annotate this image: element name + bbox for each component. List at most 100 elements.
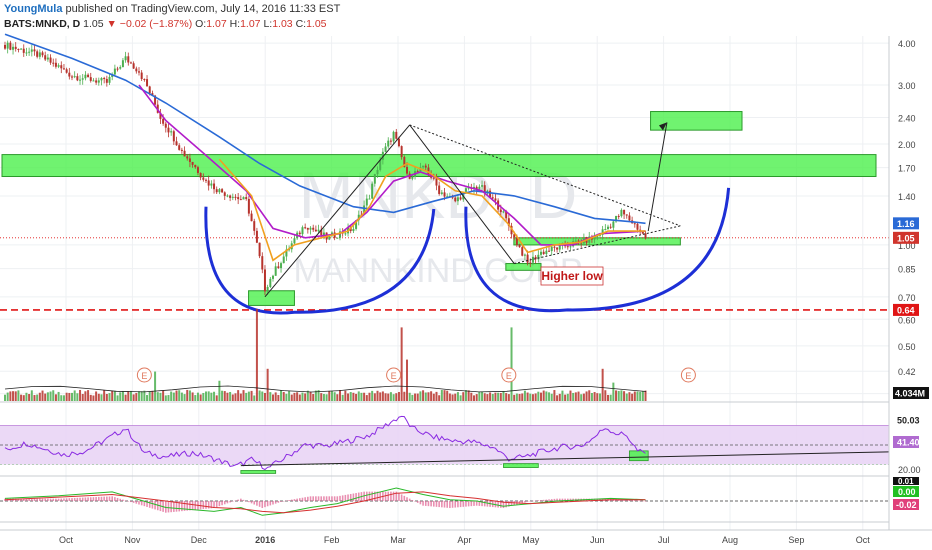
volume-bar bbox=[641, 390, 644, 401]
candle-body bbox=[432, 177, 435, 179]
volume-bar bbox=[542, 390, 545, 401]
rsi-tick-label: 20.00 bbox=[898, 465, 921, 475]
macd-hist-bar bbox=[223, 501, 226, 505]
macd-hist-bar bbox=[636, 500, 639, 501]
volume-bar bbox=[395, 393, 398, 401]
candle-body bbox=[191, 161, 194, 165]
volume-bar bbox=[448, 393, 451, 401]
macd-hist-bar bbox=[76, 497, 79, 501]
publish-line: YoungMula published on TradingView.com, … bbox=[4, 3, 340, 15]
candle-body bbox=[9, 42, 12, 50]
candle-body bbox=[443, 192, 446, 197]
candle-body bbox=[365, 198, 368, 206]
candle-body bbox=[132, 63, 135, 69]
volume-bar bbox=[467, 390, 470, 401]
chart-canvas[interactable]: MNKD, DMANNKIND CORPHigher lowE E E E4.003.… bbox=[0, 0, 932, 550]
volume-bar bbox=[239, 393, 242, 401]
candle-body bbox=[81, 78, 84, 80]
volume-bar bbox=[392, 394, 395, 401]
candle-body bbox=[20, 48, 23, 50]
volume-bar bbox=[416, 393, 419, 401]
candle-body bbox=[4, 44, 6, 49]
macd-hist-bar bbox=[545, 499, 548, 501]
price-tick-label: 0.50 bbox=[898, 342, 916, 352]
candle-body bbox=[242, 197, 245, 200]
time-tick-label: Nov bbox=[124, 535, 141, 545]
macd-hist-bar bbox=[242, 499, 245, 501]
macd-hist-bar bbox=[170, 501, 172, 513]
macd-hist-bar bbox=[87, 497, 89, 501]
volume-bar bbox=[124, 394, 127, 401]
macd-hist-bar bbox=[403, 495, 406, 501]
candle-body bbox=[261, 256, 264, 270]
volume-bar bbox=[582, 393, 585, 401]
volume-bar bbox=[60, 395, 63, 401]
volume-bar bbox=[347, 393, 350, 401]
candle-body bbox=[223, 192, 226, 196]
candle-body bbox=[108, 76, 111, 83]
volume-bar bbox=[175, 390, 178, 401]
volume-bar bbox=[540, 392, 542, 401]
rsi-current-tag: 41.40 bbox=[897, 438, 920, 448]
macd-hist-bar bbox=[36, 498, 38, 501]
volume-bar bbox=[470, 392, 473, 401]
candle-body bbox=[545, 250, 548, 255]
candle-body bbox=[424, 165, 427, 168]
macd-hist-bar bbox=[44, 498, 46, 501]
volume-bar bbox=[282, 392, 285, 401]
macd-hist-bar bbox=[416, 501, 419, 503]
macd-hist-bar bbox=[328, 496, 331, 501]
volume-bar bbox=[462, 392, 465, 401]
volume-bar bbox=[494, 392, 497, 401]
macd-hist-bar bbox=[191, 501, 194, 511]
candle-body bbox=[454, 197, 457, 202]
volume-bar bbox=[513, 394, 516, 401]
volume-bar bbox=[92, 395, 95, 401]
macd-hist-bar bbox=[55, 498, 57, 501]
candle-body bbox=[229, 195, 232, 198]
volume-bar bbox=[537, 391, 540, 401]
macd-hist-bar bbox=[483, 501, 486, 507]
volume-bar bbox=[574, 392, 577, 401]
candle-body bbox=[274, 266, 277, 276]
symbol-label[interactable]: BATS:MNKD, D bbox=[4, 18, 80, 30]
volume-bar bbox=[205, 391, 207, 401]
candle-body bbox=[577, 240, 580, 242]
candle-body bbox=[116, 68, 119, 70]
macd-hist-bar bbox=[84, 497, 87, 501]
candle-body bbox=[68, 72, 71, 77]
volume-bar bbox=[188, 390, 191, 401]
volume-bar bbox=[456, 392, 459, 401]
volume-bar bbox=[269, 392, 272, 401]
candle-body bbox=[73, 76, 76, 78]
macd-hist-bar bbox=[398, 493, 400, 501]
volume-bar bbox=[234, 393, 237, 401]
volume-bar bbox=[296, 392, 299, 401]
candle-body bbox=[231, 196, 234, 198]
macd-hist-bar bbox=[148, 501, 151, 508]
volume-bar bbox=[258, 390, 261, 401]
macd-hist-bar bbox=[390, 491, 392, 501]
candle-body bbox=[25, 52, 28, 54]
volume-bar bbox=[636, 391, 639, 401]
volume-bar bbox=[103, 390, 106, 401]
price-tick-label: 4.00 bbox=[898, 39, 916, 49]
volume-bar bbox=[580, 394, 583, 401]
volume-bar bbox=[360, 392, 363, 401]
volume-bar bbox=[507, 394, 510, 401]
macd-hist-bar bbox=[462, 501, 465, 507]
volume-bar bbox=[172, 392, 175, 401]
volume-bar bbox=[322, 393, 325, 401]
candle-body bbox=[202, 177, 205, 180]
candle-body bbox=[237, 197, 240, 200]
volume-bar bbox=[30, 390, 33, 401]
volume-bar bbox=[151, 390, 154, 401]
candle-body bbox=[239, 199, 242, 201]
author-link[interactable]: YoungMula bbox=[4, 3, 62, 15]
volume-bar bbox=[357, 391, 360, 401]
volume-bar bbox=[290, 394, 293, 401]
volume-bar bbox=[89, 394, 92, 401]
candle-body bbox=[60, 65, 63, 69]
volume-bar bbox=[481, 391, 484, 401]
candle-body bbox=[199, 172, 202, 178]
